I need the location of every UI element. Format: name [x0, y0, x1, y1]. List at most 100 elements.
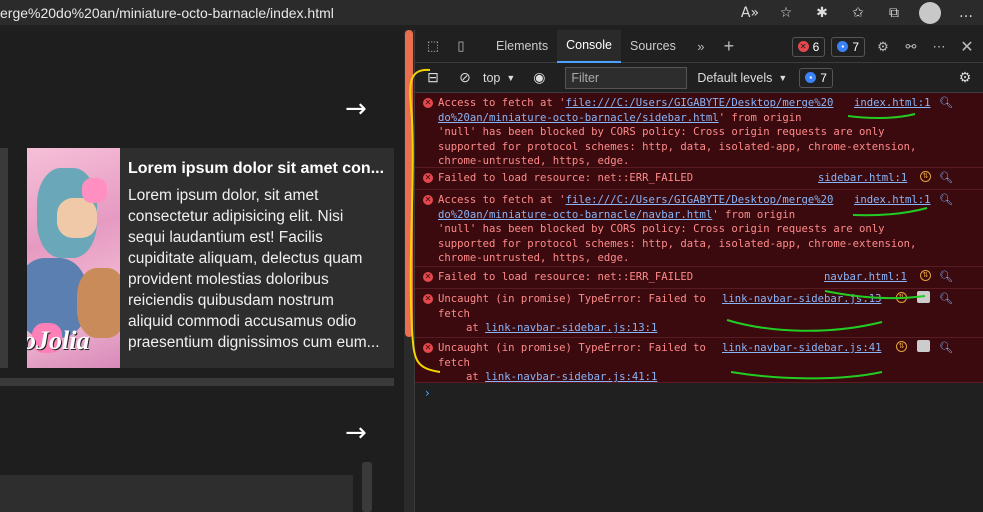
console-error-message[interactable]: ✕ Uncaught (in promise) TypeError: Faile…: [415, 289, 983, 338]
devtools-tabbar: ⬚ ▯ Elements Console Sources » + ✕ 6 ▪ 7 ⚙…: [415, 29, 983, 63]
error-icon: ✕: [423, 97, 433, 108]
page-vertical-scrollbar[interactable]: [404, 30, 414, 512]
card-title: Lorem ipsum dolor sit amet con...: [128, 160, 385, 177]
favorites-icon[interactable]: ✩: [847, 2, 869, 24]
message-text: fetch: [438, 356, 470, 369]
live-expression-eye-icon[interactable]: ◉: [529, 68, 549, 88]
search-icon[interactable]: 🔍︎: [939, 292, 953, 307]
search-icon[interactable]: 🔍︎: [939, 193, 953, 208]
chevron-down-icon: ▼: [506, 72, 516, 83]
message-text: supported for protocol schemes: http, da…: [438, 140, 917, 153]
sidebar-toggle-icon[interactable]: ⊟: [423, 68, 443, 88]
next-arrow-icon[interactable]: →: [345, 94, 367, 124]
search-icon[interactable]: 🔍︎: [939, 171, 953, 186]
inspect-element-icon[interactable]: ⬚: [423, 36, 443, 56]
error-count-badge[interactable]: ✕ 6: [791, 36, 826, 57]
console-prompt[interactable]: ›: [415, 383, 983, 404]
info-count-badge[interactable]: ▪ 7: [831, 36, 865, 57]
tab-console[interactable]: Console: [557, 29, 621, 63]
console-error-message[interactable]: ✕ Failed to load resource: net::ERR_FAIL…: [415, 267, 983, 289]
issues-badge[interactable]: ▪ 7: [799, 67, 833, 88]
extensions-icon[interactable]: ✱: [811, 2, 833, 24]
network-request-icon[interactable]: ⇅: [896, 292, 907, 303]
card-text-line: sequi laudantium est! Facilis: [128, 229, 323, 246]
card-text-line: aliquid commodi accusamus odio: [128, 313, 357, 330]
source-link[interactable]: index.html:1: [854, 96, 931, 111]
stack-link[interactable]: link-navbar-sidebar.js:13:1: [485, 322, 657, 334]
source-link[interactable]: navbar.html:1: [824, 270, 907, 285]
stack-link[interactable]: link-navbar-sidebar.js:41:1: [485, 371, 657, 383]
network-request-icon[interactable]: ⇅: [920, 270, 931, 281]
search-icon[interactable]: 🔍︎: [939, 341, 953, 356]
error-icon: ✕: [797, 41, 809, 52]
message-text: chrome-untrusted, https, edge.: [438, 252, 630, 264]
more-icon[interactable]: …: [955, 2, 977, 24]
file-link[interactable]: do%20an/miniature-octo-barnacle/sidebar.…: [438, 112, 719, 124]
error-count: 6: [812, 39, 820, 54]
close-icon[interactable]: ✕: [957, 37, 977, 57]
devtools-panel: ⬚ ▯ Elements Console Sources » + ✕ 6 ▪ 7 ⚙…: [414, 29, 983, 512]
card-text-line: praesentium dignissimos cum eum...: [128, 334, 380, 351]
console-toolbar: ⊟ ⊘ top ▼ ◉ Default levels ▼ ▪7 ⚙: [415, 63, 983, 93]
stack-at: at: [466, 322, 486, 334]
source-link[interactable]: index.html:1: [854, 193, 931, 208]
message-text: Access to fetch at ': [438, 194, 566, 206]
error-icon: ✕: [423, 342, 433, 353]
log-levels-label: Default levels: [697, 70, 773, 85]
previous-card-edge: [0, 148, 8, 368]
source-link[interactable]: link-navbar-sidebar.js:13: [722, 292, 881, 307]
copilot-explain-icon[interactable]: [917, 340, 930, 352]
log-levels-dropdown[interactable]: Default levels ▼: [697, 71, 787, 85]
source-link[interactable]: sidebar.html:1: [818, 171, 907, 186]
inner-scrollbar[interactable]: [362, 462, 372, 512]
card-text-line: consectetur adipisicing elit. Nisi: [128, 208, 344, 225]
filter-input[interactable]: [565, 66, 688, 89]
horizontal-scrollbar[interactable]: [0, 378, 394, 386]
error-icon: ✕: [423, 271, 433, 282]
page-viewport: → oJolia Lorem ipsum dolor sit amet con.…: [0, 30, 404, 512]
customize-icon[interactable]: ⚯: [901, 37, 921, 57]
next-arrow-icon[interactable]: →: [345, 418, 367, 448]
file-link[interactable]: file:///C:/Users/GIGABYTE/Desktop/merge%…: [566, 97, 834, 109]
add-tab-icon[interactable]: +: [719, 36, 739, 56]
network-request-icon[interactable]: ⇅: [896, 341, 907, 352]
article-card[interactable]: oJolia Lorem ipsum dolor sit amet con...…: [27, 148, 394, 368]
message-text: ' from origin: [712, 208, 796, 221]
device-emulation-icon[interactable]: ▯: [451, 36, 471, 56]
settings-gear-icon[interactable]: ⚙: [873, 37, 893, 57]
console-settings-gear-icon[interactable]: ⚙: [955, 68, 975, 88]
tab-sources[interactable]: Sources: [621, 30, 685, 63]
read-aloud-icon[interactable]: A»: [739, 2, 761, 24]
page-scrollbar-thumb[interactable]: [405, 30, 413, 337]
collections-icon[interactable]: ⧉: [883, 2, 905, 24]
console-error-message[interactable]: ✕ Failed to load resource: net::ERR_FAIL…: [415, 168, 983, 190]
card-text: Lorem ipsum dolor, sit amet consectetur …: [128, 185, 386, 353]
info-count: 7: [852, 39, 859, 54]
message-text: 'null' has been blocked by CORS policy: …: [438, 223, 885, 235]
search-icon[interactable]: 🔍︎: [939, 96, 953, 111]
console-error-message[interactable]: ✕ Access to fetch at 'file:///C:/Users/G…: [415, 93, 983, 168]
console-error-message[interactable]: ✕ Uncaught (in promise) TypeError: Faile…: [415, 338, 983, 383]
message-text: chrome-untrusted, https, edge.: [438, 155, 630, 167]
console-error-message[interactable]: ✕ Access to fetch at 'file:///C:/Users/G…: [415, 190, 983, 267]
message-text: fetch: [438, 307, 470, 320]
address-bar[interactable]: erge%20do%20an/miniature-octo-barnacle/i…: [0, 0, 983, 25]
url-text[interactable]: erge%20do%20an/miniature-octo-barnacle/i…: [0, 5, 334, 21]
clear-console-icon[interactable]: ⊘: [455, 68, 475, 88]
file-link[interactable]: file:///C:/Users/GIGABYTE/Desktop/merge%…: [566, 194, 834, 206]
message-icon: ▪: [837, 41, 849, 52]
copilot-explain-icon[interactable]: [917, 291, 930, 303]
file-link[interactable]: do%20an/miniature-octo-barnacle/navbar.h…: [438, 209, 712, 221]
profile-avatar[interactable]: [919, 1, 941, 24]
message-text: ' from origin: [718, 111, 802, 124]
network-request-icon[interactable]: ⇅: [920, 171, 931, 182]
next-section-card: [0, 475, 353, 512]
source-link[interactable]: link-navbar-sidebar.js:41: [722, 341, 881, 356]
context-selector[interactable]: top ▼: [483, 71, 515, 85]
more-tabs-icon[interactable]: »: [691, 36, 711, 56]
add-favorite-icon[interactable]: ☆: [775, 2, 797, 24]
more-options-icon[interactable]: ⋯: [929, 37, 949, 57]
tab-elements[interactable]: Elements: [487, 30, 557, 63]
card-text-line: Lorem ipsum dolor, sit amet: [128, 187, 319, 204]
search-icon[interactable]: 🔍︎: [939, 270, 953, 285]
